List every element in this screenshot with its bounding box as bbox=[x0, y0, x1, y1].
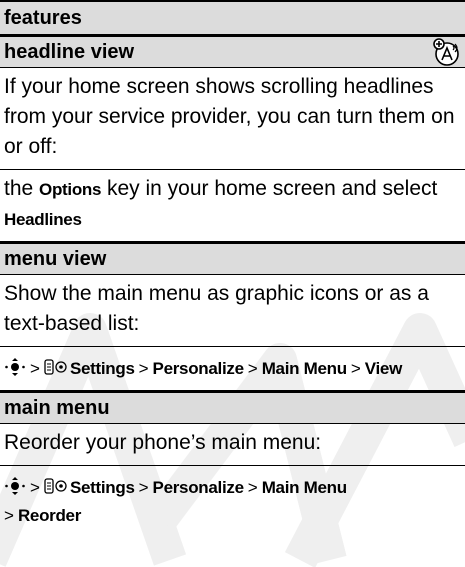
path-step-personalize: Personalize bbox=[152, 359, 245, 378]
instruction-prefix: the bbox=[4, 177, 40, 200]
settings-icon bbox=[44, 478, 67, 494]
path-step-reorder: Reorder bbox=[17, 506, 82, 525]
nav-key-icon bbox=[5, 477, 25, 495]
path-separator: > bbox=[138, 359, 149, 378]
section-description: Show the main menu as graphic icons or a… bbox=[0, 275, 465, 347]
path-separator: > bbox=[247, 478, 258, 497]
table-title: features bbox=[4, 6, 82, 29]
path-separator: > bbox=[30, 478, 40, 497]
menu-path: > Settings > Personalize > Main Menu > Reorder bbox=[0, 466, 465, 537]
table-header: features bbox=[0, 0, 465, 35]
path-separator: > bbox=[350, 359, 361, 378]
section-title: main menu bbox=[4, 396, 110, 419]
path-step-settings: Settings bbox=[69, 478, 135, 497]
path-separator: > bbox=[247, 359, 258, 378]
features-table: features headline view If your home scre… bbox=[0, 0, 465, 537]
section-description: Reorder your phone’s main menu: bbox=[0, 424, 465, 466]
section-header-main-menu: main menu bbox=[0, 391, 465, 424]
section-title: headline view bbox=[4, 40, 135, 63]
section-header-headline-view: headline view bbox=[0, 35, 465, 68]
instruction-middle: key in your home screen and select bbox=[101, 177, 438, 200]
section-header-menu-view: menu view bbox=[0, 242, 465, 275]
path-separator: > bbox=[138, 478, 149, 497]
menu-path: > Settings > Personalize > Main Menu > View bbox=[0, 347, 465, 391]
path-step-view: View bbox=[364, 359, 403, 378]
path-step-main-menu: Main Menu bbox=[261, 478, 347, 497]
section-title: menu view bbox=[4, 247, 107, 270]
path-separator: > bbox=[4, 506, 14, 525]
settings-icon bbox=[44, 359, 67, 375]
path-step-settings: Settings bbox=[69, 359, 135, 378]
headlines-item-label: Headlines bbox=[4, 210, 82, 229]
path-step-personalize: Personalize bbox=[152, 478, 245, 497]
path-separator: > bbox=[30, 359, 40, 378]
nav-key-icon bbox=[5, 358, 25, 376]
section-description: If your home screen shows scrolling head… bbox=[0, 68, 465, 170]
section-instruction: the Options key in your home screen and … bbox=[0, 170, 465, 242]
network-feature-icon bbox=[433, 38, 459, 66]
options-key-label: Options bbox=[39, 180, 102, 199]
path-step-main-menu: Main Menu bbox=[261, 359, 347, 378]
